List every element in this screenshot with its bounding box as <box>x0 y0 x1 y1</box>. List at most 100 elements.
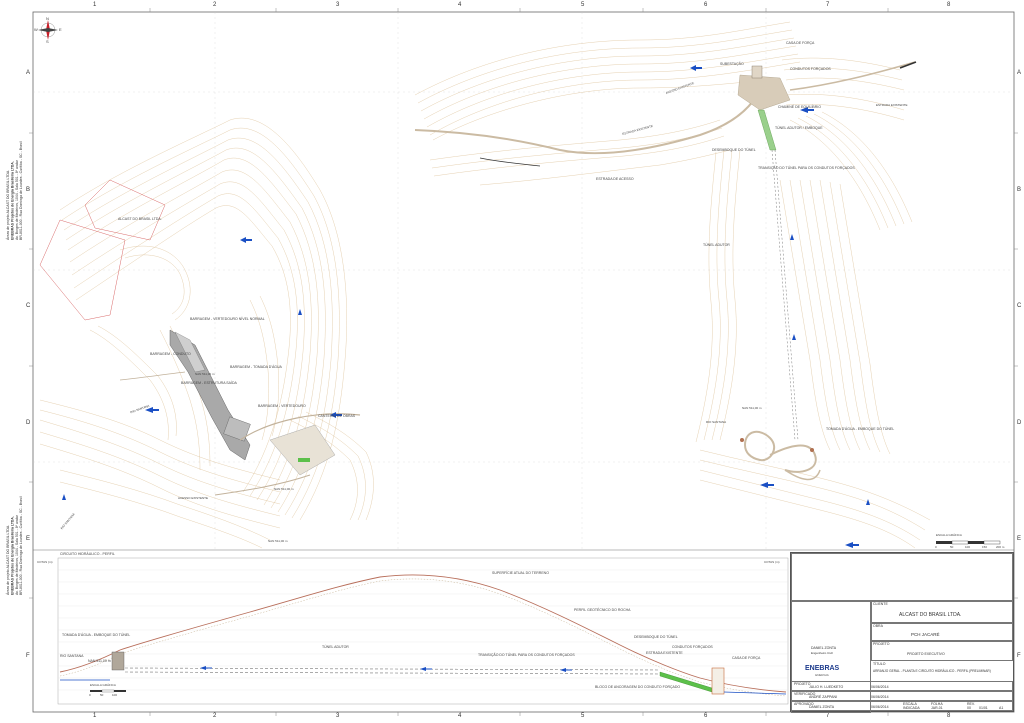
sheet-number: JAR-01 <box>931 706 943 710</box>
compass-north-label: N <box>46 16 49 21</box>
title-block-phase-cell <box>871 641 1013 661</box>
profile-axis-label: COTAS (m) <box>764 560 780 564</box>
plan-label: TOMADA D'ÁGUA - EMBOQUE DO TÚNEL <box>826 427 895 431</box>
profile-scale-tick: 50 <box>100 693 104 697</box>
grid-column-label: 5 <box>581 2 585 8</box>
engineer-role: Engenheiro Civil <box>811 651 833 655</box>
grid-column-label: 3 <box>336 713 340 719</box>
profile-label: ESTRADA EXISTENTE <box>646 651 683 655</box>
grid-column-label: 6 <box>704 713 708 719</box>
title-block-work-cell <box>871 623 1013 641</box>
client-name: ALCAST DO BRASIL LTDA. <box>899 612 962 618</box>
sheet-count: 01/01 <box>979 706 988 710</box>
company-info-block: Áreas de projeto ALCAST DO BRASIL LTDA. E… <box>6 496 24 595</box>
grid-column-label: 1 <box>93 713 97 719</box>
grid-row-label: A <box>26 70 31 76</box>
plan-label: TÚNEL ADUTOR / EMBOQUE <box>775 126 823 130</box>
plan-label: ESTRADA DE ACESSO <box>596 177 634 181</box>
grid-column-label: 7 <box>826 2 830 8</box>
grid-column-label: 2 <box>213 2 217 8</box>
profile-title: CIRCUITO HIDRÁULICO - PERFIL <box>60 552 115 556</box>
grid-row-label: F <box>1017 653 1021 659</box>
plan-label: BARRAGEM - ESTRUTURA SAÍDA <box>181 381 237 385</box>
grid-column-label: 2 <box>213 713 217 719</box>
title-block-header: TÍTULO <box>873 662 886 666</box>
scale-bar-tick: 150 <box>982 545 988 549</box>
plan-label: NAN 511,00 m <box>268 539 288 543</box>
grid-column-label: 4 <box>458 2 462 8</box>
grid-row-label: D <box>1017 420 1022 426</box>
approver-name: DANIEL ZONTA <box>809 705 835 709</box>
project-phase: PROJETO EXECUTIVO <box>907 652 945 656</box>
profile-label: CONDUTOS FORÇADOS <box>672 645 713 649</box>
grid-row-label: B <box>26 187 31 193</box>
profile-label: CASA DE FORÇA <box>732 656 761 660</box>
grid-row-label: F <box>26 653 30 659</box>
plan-label: ACESSO EXISTENTE <box>178 496 209 500</box>
title-block-header: CLIENTE <box>873 602 888 606</box>
scale-bar-tick: 200 m <box>996 545 1005 549</box>
compass-south-label: S <box>46 39 49 44</box>
scale-bar-label: ESCALA GRÁFICA <box>936 533 962 537</box>
plan-label: NAN 511,00 m <box>274 487 294 491</box>
profile-label: BLOCO DE ANCORAGEM DO CONDUTO FORÇADO <box>595 685 681 689</box>
title-block-revision-table <box>791 553 1013 601</box>
logo-subtext: ENERGIA <box>815 673 829 677</box>
designer-name: JULIO H. LUEDKETO <box>809 685 844 689</box>
approver-date: 06/06/2014 <box>871 705 889 709</box>
profile-label: PERFIL GEOTÉCNICO DO ROCHA <box>574 608 631 612</box>
compass-west-label: W <box>34 27 38 32</box>
profile-scale-tick: 0 <box>89 693 91 697</box>
profile-label: RIO SANTANA <box>60 654 84 658</box>
grid-column-label: 7 <box>826 713 830 719</box>
profile-axis-label: COTAS (m) <box>37 560 53 564</box>
designer-date: 06/06/2014 <box>871 685 889 689</box>
scale-bar-tick: 100 <box>965 545 971 549</box>
plan-label: SUBESTAÇÃO <box>720 62 744 66</box>
plan-label: ESTRADA EXISTENTE <box>876 103 908 107</box>
plan-label: TÚNEL ADUTOR <box>703 243 730 247</box>
grid-row-label: D <box>26 420 31 426</box>
compass-icon <box>38 20 58 40</box>
company-info-block: Áreas de projeto ALCAST DO BRASIL LTDA. E… <box>6 141 24 240</box>
scale-bar-tick: 50 <box>950 545 954 549</box>
grid-row-label: E <box>1017 536 1022 542</box>
grid-column-label: 5 <box>581 713 585 719</box>
sheet-size: A1 <box>999 706 1004 710</box>
plan-label: CASA DE FORÇA <box>786 41 815 45</box>
plan-label: NAN 511,00 m <box>742 406 762 410</box>
plan-label: CHAMINÉ DE EQUILÍBRIO <box>778 105 821 109</box>
title-block-header: PROJETO <box>873 642 890 646</box>
grid-column-label: 4 <box>458 713 462 719</box>
work-name: PCH JACARÉ <box>911 632 940 637</box>
profile-label: TRANSIÇÃO DO TÚNEL PARA OS CONDUTOS FORÇ… <box>478 653 575 657</box>
grid-row-label: B <box>1017 187 1022 193</box>
plan-label: DESEMBOQUE DO TÚNEL <box>712 148 756 152</box>
title-block-header: OBRA <box>873 624 883 628</box>
grid-row-label: A <box>1017 70 1022 76</box>
revision-number: 00 <box>967 706 971 710</box>
logo-text: ENEBRAS <box>805 665 840 672</box>
grid-column-label: 1 <box>93 2 97 8</box>
grid-row-label: C <box>1017 303 1022 309</box>
drawing-sheet: 1 2 3 4 5 6 7 8 1 2 3 4 5 6 7 8 A B C D … <box>0 0 1024 723</box>
grid-row-label: E <box>26 536 31 542</box>
profile-scale-tick: 100 <box>112 693 118 697</box>
plan-label: ALCAST DO BRASIL LTDA. <box>118 217 162 221</box>
scale-bar-tick: 0 <box>935 545 937 549</box>
drawing-scale: INDICADA <box>903 706 920 710</box>
title-block: CLIENTE ALCAST DO BRASIL LTDA. OBRA PCH … <box>790 552 1014 713</box>
plan-label: BARRAGEM - VERTEDOURO <box>258 404 306 408</box>
plan-label: BARRAGEM - TOMADA D'ÁGUA <box>230 365 282 369</box>
grid-column-label: 8 <box>947 713 951 719</box>
title-block-header: PROJETO <box>794 682 811 686</box>
profile-label: DESEMBOQUE DO TÚNEL <box>634 635 678 639</box>
profile-label: TOMADA D'ÁGUA - EMBOQUE DO TÚNEL <box>62 633 131 637</box>
grid-column-label: 8 <box>947 2 951 8</box>
grid-column-label: 3 <box>336 2 340 8</box>
verifier-date: 06/06/2014 <box>871 695 889 699</box>
plan-label: NAN 511,00 m <box>195 372 215 376</box>
plan-label: BARRAGEM - CONDUTO <box>150 352 191 356</box>
grid-column-label: 6 <box>704 2 708 8</box>
plan-label: CONDUTOS FORÇADOS <box>790 67 831 71</box>
